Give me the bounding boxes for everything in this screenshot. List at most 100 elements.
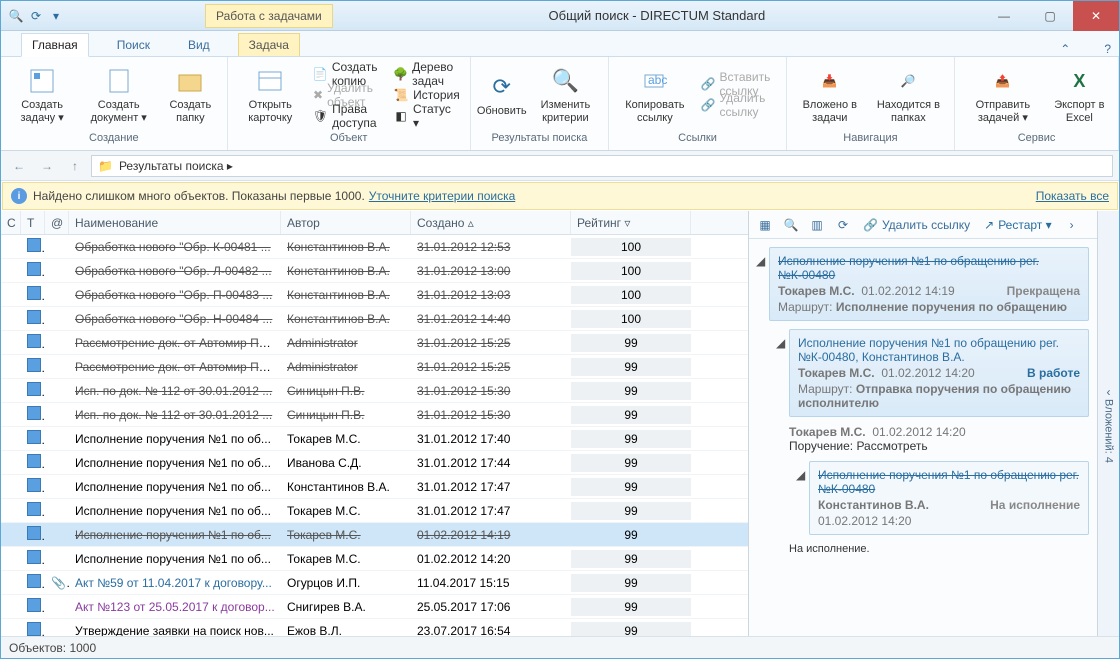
task-icon: [27, 430, 41, 444]
table-row[interactable]: Утверждение заявки на поиск нов...Ежов В…: [1, 619, 748, 636]
task-icon: [27, 574, 41, 588]
task-card-1[interactable]: ◢ Исполнение поручения №1 по обращению р…: [769, 247, 1089, 321]
task-icon: [27, 502, 41, 516]
collapse-icon[interactable]: ◢: [756, 254, 766, 264]
table-row[interactable]: Рассмотрение док. от Автомир Пи...Admini…: [1, 355, 748, 379]
detail-restart-button[interactable]: ↗Рестарт ▾: [978, 214, 1058, 236]
in-folders-button[interactable]: 🔎Находится в папках: [869, 62, 948, 128]
info-text: Найдено слишком много объектов. Показаны…: [33, 189, 365, 203]
nav-fwd-icon[interactable]: →: [35, 154, 59, 178]
group-results-label: Результаты поиска: [477, 130, 602, 148]
refine-link[interactable]: Уточните критерии поиска: [369, 189, 515, 203]
gutter-chevron-icon[interactable]: ‹: [1107, 385, 1111, 399]
detail-delete-link: 🔗Удалить ссылку: [857, 214, 976, 236]
table-row[interactable]: Исполнение поручения №1 по об...Иванова …: [1, 451, 748, 475]
detail-toolbar: ▦ 🔍 ▥ ⟳ 🔗Удалить ссылку ↗Рестарт ▾ ›: [749, 211, 1097, 239]
collapse-icon[interactable]: ◢: [796, 468, 806, 478]
group-service-label: Сервис: [961, 130, 1112, 148]
tab-main[interactable]: Главная: [21, 33, 89, 57]
breadcrumb-bar: ← → ↑ 📁 Результаты поиска ▸: [1, 151, 1119, 181]
breadcrumb-text: Результаты поиска ▸: [119, 159, 233, 173]
breadcrumb-path[interactable]: 📁 Результаты поиска ▸: [91, 155, 1113, 177]
minimize-button[interactable]: —: [981, 1, 1027, 31]
status-button[interactable]: ◧Статус ▾: [389, 106, 464, 126]
detail-view1-icon[interactable]: ▦: [753, 214, 777, 236]
attachments-gutter[interactable]: ‹ Вложений: 4: [1097, 211, 1119, 636]
table-row[interactable]: Исп. по док. № 112 от 30.01.2012 ...Сини…: [1, 379, 748, 403]
qat-refresh-icon[interactable]: ⟳: [27, 7, 45, 25]
task-icon: [27, 286, 41, 300]
grid-body[interactable]: Обработка нового "Обр. К-00481 ...Конста…: [1, 235, 748, 636]
table-row[interactable]: Исп. по док. № 112 от 30.01.2012 ...Сини…: [1, 403, 748, 427]
task-tree-button[interactable]: 🌳Дерево задач: [389, 64, 464, 84]
table-row[interactable]: Исполнение поручения №1 по об...Констант…: [1, 475, 748, 499]
task-icon: [27, 358, 41, 372]
col-name[interactable]: Наименование: [69, 211, 281, 234]
table-row[interactable]: Исполнение поручения №1 по об...Токарев …: [1, 499, 748, 523]
table-row[interactable]: Обработка нового "Обр. К-00481 ...Конста…: [1, 235, 748, 259]
window-title: Общий поиск - DIRECTUM Standard: [333, 8, 981, 23]
create-task-button[interactable]: Создать задачу ▾: [7, 62, 77, 128]
group-create-label: Создание: [7, 130, 221, 148]
change-criteria-button[interactable]: 🔍Изменить критерии: [529, 62, 602, 128]
task-card-2[interactable]: ◢ Исполнение поручения №1 по обращению р…: [789, 329, 1089, 417]
card-title: Исполнение поручения №1 по обращению рег…: [818, 468, 1080, 496]
send-task-button[interactable]: 📤Отправить задачей ▾: [961, 62, 1045, 128]
task-icon: [27, 406, 41, 420]
nav-back-icon[interactable]: ←: [7, 154, 31, 178]
folder-icon: 📁: [98, 159, 113, 173]
qat-search-icon[interactable]: 🔍: [7, 7, 25, 25]
table-row[interactable]: Исполнение поручения №1 по об...Токарев …: [1, 523, 748, 547]
rights-button[interactable]: 🛡Права доступа: [309, 106, 387, 126]
card-title: Исполнение поручения №1 по обращению рег…: [778, 254, 1080, 282]
task-card-3[interactable]: ◢ Исполнение поручения №1 по обращению р…: [809, 461, 1089, 535]
col-at[interactable]: @: [45, 211, 69, 234]
col-author[interactable]: Автор: [281, 211, 411, 234]
table-row[interactable]: Обработка нового "Обр. Л-00482 ...Конста…: [1, 259, 748, 283]
in-tasks-button[interactable]: 📥Вложено в задачи: [793, 62, 867, 128]
note-1: Токарев М.С. 01.02.2012 14:20 Поручение:…: [789, 425, 1089, 453]
create-folder-button[interactable]: Создать папку: [160, 62, 221, 128]
table-row[interactable]: 📎Акт №59 от 11.04.2017 к договору...Огур…: [1, 571, 748, 595]
card-title: Исполнение поручения №1 по обращению рег…: [798, 336, 1080, 364]
grid-header: С Т @ Наименование Автор Создано ▵ Рейти…: [1, 211, 748, 235]
open-card-button[interactable]: Открыть карточку: [234, 62, 307, 128]
detail-view2-icon[interactable]: ▥: [805, 214, 829, 236]
create-doc-button[interactable]: Создать документ ▾: [79, 62, 158, 128]
col-rating[interactable]: Рейтинг ▿: [571, 211, 691, 234]
help-icon[interactable]: ?: [1096, 42, 1119, 56]
maximize-button[interactable]: ▢: [1027, 1, 1073, 31]
ribbon-collapse-icon[interactable]: ⌃: [1052, 42, 1078, 56]
table-row[interactable]: Исполнение поручения №1 по об...Токарев …: [1, 547, 748, 571]
qat-dropdown-icon[interactable]: ▾: [47, 7, 65, 25]
nav-up-icon[interactable]: ↑: [63, 154, 87, 178]
export-excel-button[interactable]: XЭкспорт в Excel: [1047, 62, 1112, 128]
task-icon: [27, 262, 41, 276]
table-row[interactable]: Обработка нового "Обр. Н-00484 ...Конста…: [1, 307, 748, 331]
detail-refresh-icon[interactable]: ⟳: [831, 214, 855, 236]
table-row[interactable]: Рассмотрение док. от Автомир Пи...Admini…: [1, 331, 748, 355]
table-row[interactable]: Акт №123 от 25.05.2017 к договор...Сниги…: [1, 595, 748, 619]
detail-more-icon[interactable]: ›: [1060, 214, 1084, 236]
task-icon: [27, 526, 41, 540]
task-icon: [27, 334, 41, 348]
show-all-link[interactable]: Показать все: [1036, 189, 1109, 203]
col-t[interactable]: Т: [21, 211, 45, 234]
group-links-label: Ссылки: [615, 130, 780, 148]
close-button[interactable]: ✕: [1073, 1, 1119, 31]
col-c[interactable]: С: [1, 211, 21, 234]
refresh-button[interactable]: ⟳Обновить: [477, 62, 527, 128]
context-tab-header: Работа с задачами: [205, 4, 333, 28]
tab-search[interactable]: Поиск: [107, 34, 160, 56]
copy-link-button[interactable]: abcКопировать ссылку: [615, 62, 694, 128]
tab-view[interactable]: Вид: [178, 34, 220, 56]
detail-search-icon[interactable]: 🔍: [779, 214, 803, 236]
tab-task[interactable]: Задача: [238, 33, 300, 56]
task-icon: [27, 598, 41, 612]
detail-pane: ▦ 🔍 ▥ ⟳ 🔗Удалить ссылку ↗Рестарт ▾ › ◢ И…: [749, 211, 1097, 636]
status-bar: Объектов: 1000: [1, 636, 1119, 658]
collapse-icon[interactable]: ◢: [776, 336, 786, 346]
table-row[interactable]: Исполнение поручения №1 по об...Токарев …: [1, 427, 748, 451]
table-row[interactable]: Обработка нового "Обр. П-00483 ...Конста…: [1, 283, 748, 307]
col-created[interactable]: Создано ▵: [411, 211, 571, 234]
